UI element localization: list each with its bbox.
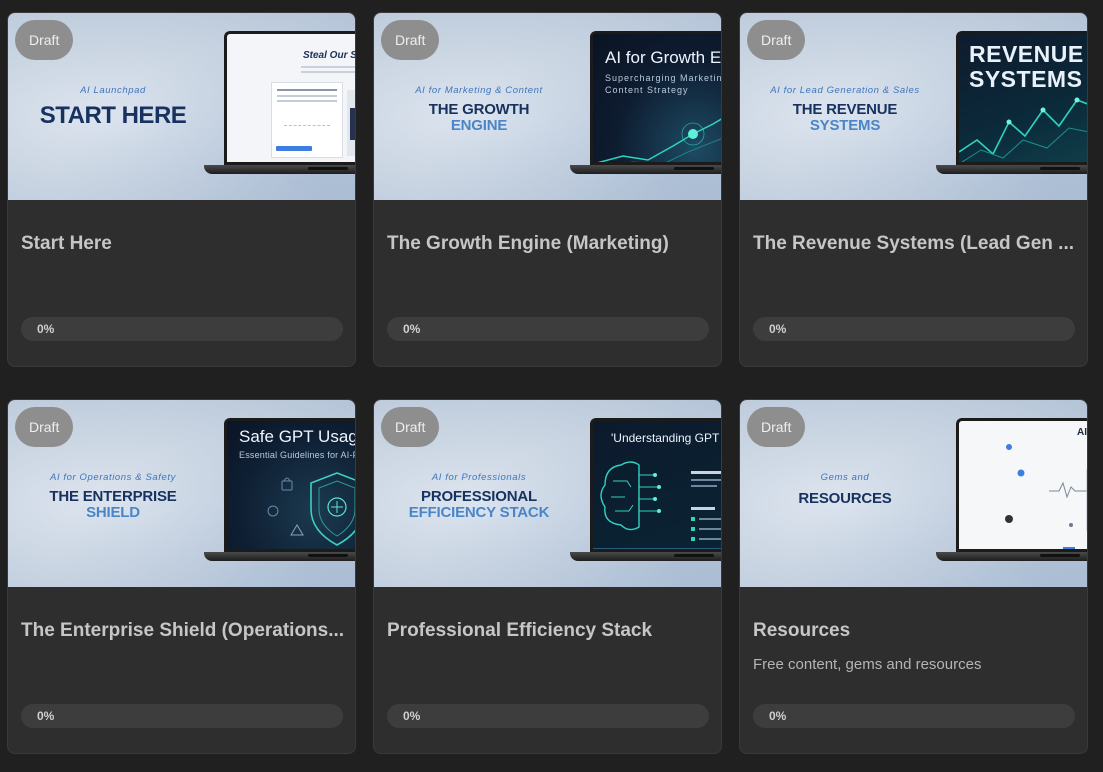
thumbnail-tagline: AI Launchpad (80, 85, 146, 96)
course-title: The Enterprise Shield (Operations... (21, 620, 345, 641)
course-card-resources[interactable]: Draft Gems and RESOURCES AI Resources Fr… (739, 399, 1088, 754)
course-title: Professional Efficiency Stack (387, 620, 653, 641)
progress-bar: 0% (21, 317, 343, 341)
laptop-mockup: 'Understanding GPT (570, 418, 721, 572)
laptop-screen: 'Understanding GPT (590, 418, 721, 552)
course-card-enterprise-shield[interactable]: Draft AI for Operations & Safety THE ENT… (7, 399, 356, 754)
course-title: The Revenue Systems (Lead Gen ... (753, 233, 1074, 254)
thumbnail-hero-text: AI for Professionals PROFESSIONAL EFFICI… (388, 472, 570, 521)
thumbnail-hero-text: AI for Operations & Safety THE ENTERPRIS… (22, 472, 204, 521)
thumbnail-title-line-2: EFFICIENCY STACK (408, 504, 550, 521)
draft-badge: Draft (747, 20, 806, 60)
progress-label: 0% (769, 322, 787, 336)
resource-diagram-icon (1005, 444, 1087, 549)
laptop-screen: AI for Growth E Supercharging Marketing … (590, 31, 721, 165)
progress-bar: 0% (753, 317, 1075, 341)
laptop-base (936, 552, 1087, 561)
thumbnail-title-line-1: PROFESSIONAL (421, 488, 537, 505)
draft-badge: Draft (747, 407, 806, 447)
laptop-base (570, 552, 721, 561)
course-card-revenue-systems[interactable]: Draft AI for Lead Generation & Sales THE… (739, 12, 1088, 367)
screen-subtitle: Supercharging Marketing & Content Strate… (605, 73, 721, 95)
screen-title: Steal Our Sys (303, 50, 355, 61)
progress-bar: 0% (753, 704, 1075, 728)
draft-badge: Draft (15, 407, 74, 447)
course-description: Free content, gems and resources (753, 656, 982, 673)
thumbnail-tagline: AI for Marketing & Content (415, 85, 543, 96)
laptop-screen: REVENUE SYSTEMS (956, 31, 1087, 165)
course-title: The Growth Engine (Marketing) (387, 233, 669, 254)
draft-badge: Draft (15, 20, 74, 60)
screen-title: 'Understanding GPT (611, 431, 720, 445)
draft-badge: Draft (381, 407, 440, 447)
thumbnail-title-line-2: ENGINE (450, 117, 508, 134)
brain-circuit-icon (593, 461, 721, 549)
laptop-mockup: Safe GPT Usage Essential Guidelines for … (204, 418, 355, 572)
revenue-chart-icon (959, 97, 1087, 162)
progress-label: 0% (769, 709, 787, 723)
course-thumbnail: Draft Gems and RESOURCES AI (740, 400, 1087, 587)
course-thumbnail: Draft AI for Professionals PROFESSIONAL … (374, 400, 721, 587)
screen-title: REVENUE SYSTEMS (969, 41, 1084, 92)
progress-label: 0% (37, 709, 55, 723)
progress-label: 0% (37, 322, 55, 336)
thumbnail-tagline: Gems and (820, 472, 870, 483)
screen-subtitle: Essential Guidelines for AI-Pow (239, 450, 355, 460)
laptop-base (204, 165, 355, 174)
thumbnail-title-line-1: THE REVENUE (792, 101, 898, 118)
thumbnail-tagline: AI for Professionals (431, 472, 527, 483)
course-thumbnail: Draft AI for Operations & Safety THE ENT… (8, 400, 355, 587)
screen-title: Safe GPT Usage (239, 427, 355, 446)
progress-bar: 0% (387, 704, 709, 728)
course-thumbnail: Draft AI for Marketing & Content THE GRO… (374, 13, 721, 200)
course-card-professional-efficiency[interactable]: Draft AI for Professionals PROFESSIONAL … (373, 399, 722, 754)
progress-bar: 0% (21, 704, 343, 728)
thumbnail-tagline: AI for Lead Generation & Sales (770, 85, 920, 96)
course-thumbnail: Draft AI for Lead Generation & Sales THE… (740, 13, 1087, 200)
laptop-screen: AI (956, 418, 1087, 552)
course-title: Resources (753, 620, 851, 641)
thumbnail-hero-text: AI for Marketing & Content THE GROWTH EN… (388, 85, 570, 134)
progress-bar: 0% (387, 317, 709, 341)
draft-badge: Draft (381, 20, 440, 60)
progress-label: 0% (403, 322, 421, 336)
course-card-start-here[interactable]: Draft AI Launchpad START HERE Steal Our … (7, 12, 356, 367)
thumbnail-tagline: AI for Operations & Safety (50, 472, 176, 483)
laptop-mockup: AI for Growth E Supercharging Marketing … (570, 31, 721, 185)
laptop-mockup: AI (936, 418, 1087, 572)
laptop-screen: Steal Our Sys (224, 31, 355, 165)
thumbnail-hero-text: Gems and RESOURCES (754, 472, 936, 507)
laptop-screen: Safe GPT Usage Essential Guidelines for … (224, 418, 355, 552)
course-title: Start Here (21, 233, 112, 254)
growth-graph-icon (597, 118, 721, 162)
screen-document-panel (271, 82, 343, 158)
course-card-growth-engine[interactable]: Draft AI for Marketing & Content THE GRO… (373, 12, 722, 367)
laptop-base (570, 165, 721, 174)
thumbnail-title-line-2: SYSTEMS (809, 117, 881, 134)
laptop-base (936, 165, 1087, 174)
thumbnail-title-line-1: THE ENTERPRISE (49, 488, 177, 505)
laptop-base (204, 552, 355, 561)
progress-label: 0% (403, 709, 421, 723)
screen-title: AI for Growth E (605, 48, 721, 67)
thumbnail-title-line-2: SHIELD (86, 504, 140, 521)
thumbnail-title: START HERE (39, 102, 187, 129)
course-thumbnail: Draft AI Launchpad START HERE Steal Our … (8, 13, 355, 200)
shield-icon (267, 472, 355, 546)
thumbnail-hero-text: AI Launchpad START HERE (22, 85, 204, 130)
thumbnail-title: RESOURCES (798, 490, 892, 507)
thumbnail-title-line-1: THE GROWTH (428, 101, 530, 118)
course-grid: Draft AI Launchpad START HERE Steal Our … (0, 0, 1103, 772)
laptop-mockup: Steal Our Sys (204, 31, 355, 185)
thumbnail-hero-text: AI for Lead Generation & Sales THE REVEN… (754, 85, 936, 134)
laptop-mockup: REVENUE SYSTEMS (936, 31, 1087, 185)
